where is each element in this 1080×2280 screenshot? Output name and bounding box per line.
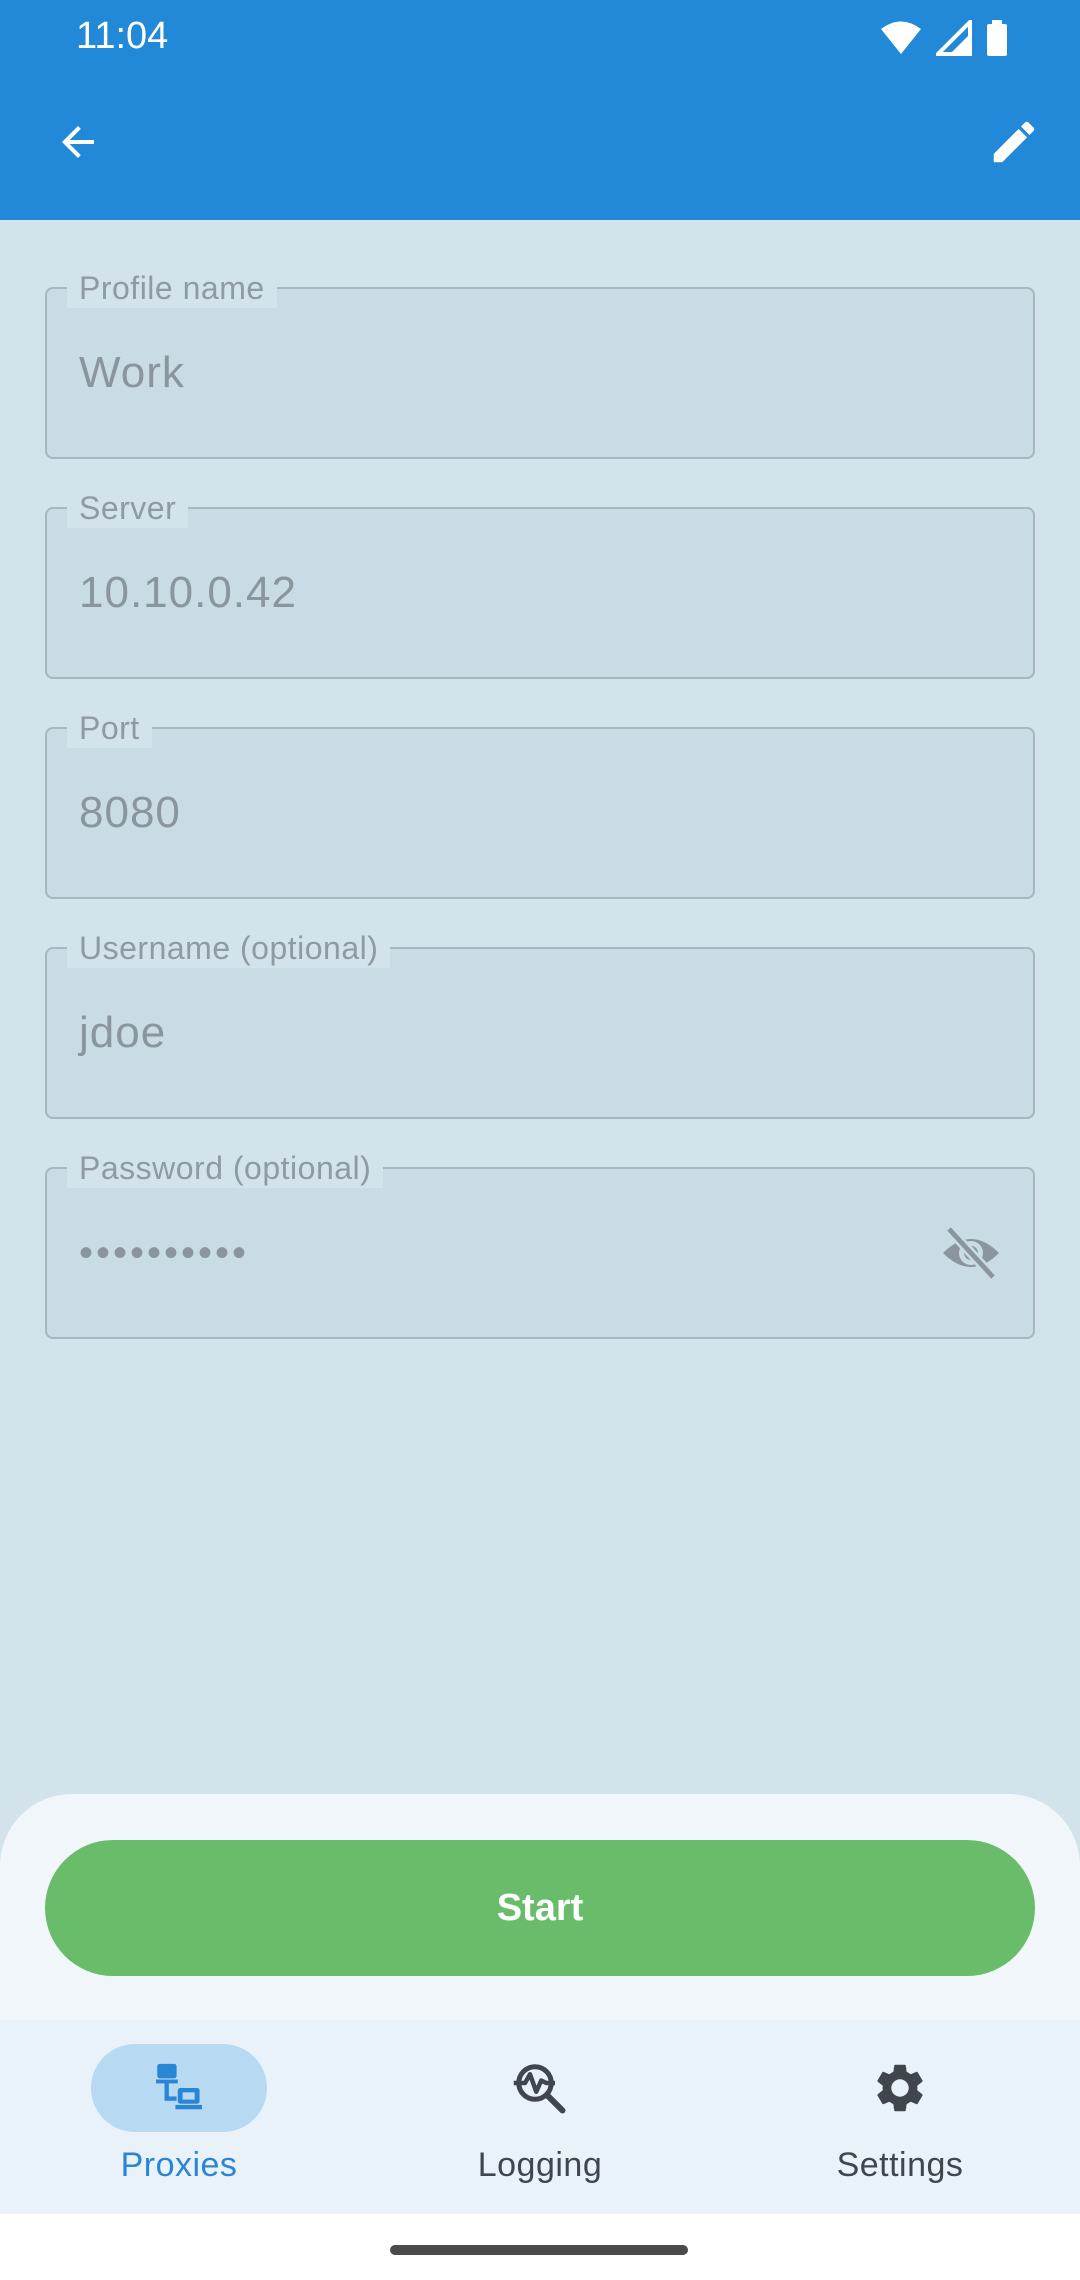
gesture-handle[interactable] [390,2245,688,2255]
gear-icon [877,2064,923,2112]
port-value[interactable]: 8080 [79,729,181,897]
wifi-icon [881,21,921,54]
nav-item-logging[interactable]: Logging [390,2044,690,2204]
back-button[interactable] [42,106,114,178]
status-icons [880,14,1008,62]
status-time: 11:04 [76,15,169,57]
cell-signal-icon [936,20,972,56]
profile-name-field[interactable]: Profile name Work [45,268,1035,459]
bottom-navigation: Proxies Logging Settings [0,2020,1080,2214]
nav-label-proxies: Proxies [120,2146,238,2184]
port-field[interactable]: Port 8080 [45,708,1035,899]
network-devices-icon [156,2063,202,2110]
pencil-icon [993,121,1035,163]
username-value[interactable]: jdoe [79,949,166,1117]
nav-label-logging: Logging [477,2146,603,2184]
nav-item-settings[interactable]: Settings [750,2044,1050,2204]
battery-icon [987,20,1007,56]
password-visibility-toggle[interactable] [939,1225,1003,1281]
server-field[interactable]: Server 10.10.0.42 [45,488,1035,679]
username-field[interactable]: Username (optional) jdoe [45,928,1035,1119]
edit-button[interactable] [978,106,1050,178]
password-field[interactable]: Password (optional) •••••••••• [45,1148,1035,1339]
start-button[interactable]: Start [45,1840,1035,1976]
server-value[interactable]: 10.10.0.42 [79,509,297,677]
app-bar: 11:04 [0,0,1080,220]
eye-off-icon [943,1225,999,1281]
password-value[interactable]: •••••••••• [79,1169,249,1337]
nav-active-indicator [91,2044,267,2132]
gesture-navigation-area [0,2214,1080,2280]
nav-label-settings: Settings [836,2146,964,2184]
search-activity-icon [513,2064,566,2114]
profile-name-value[interactable]: Work [79,289,185,457]
arrow-left-icon [62,126,94,158]
nav-item-proxies[interactable]: Proxies [29,2044,329,2204]
